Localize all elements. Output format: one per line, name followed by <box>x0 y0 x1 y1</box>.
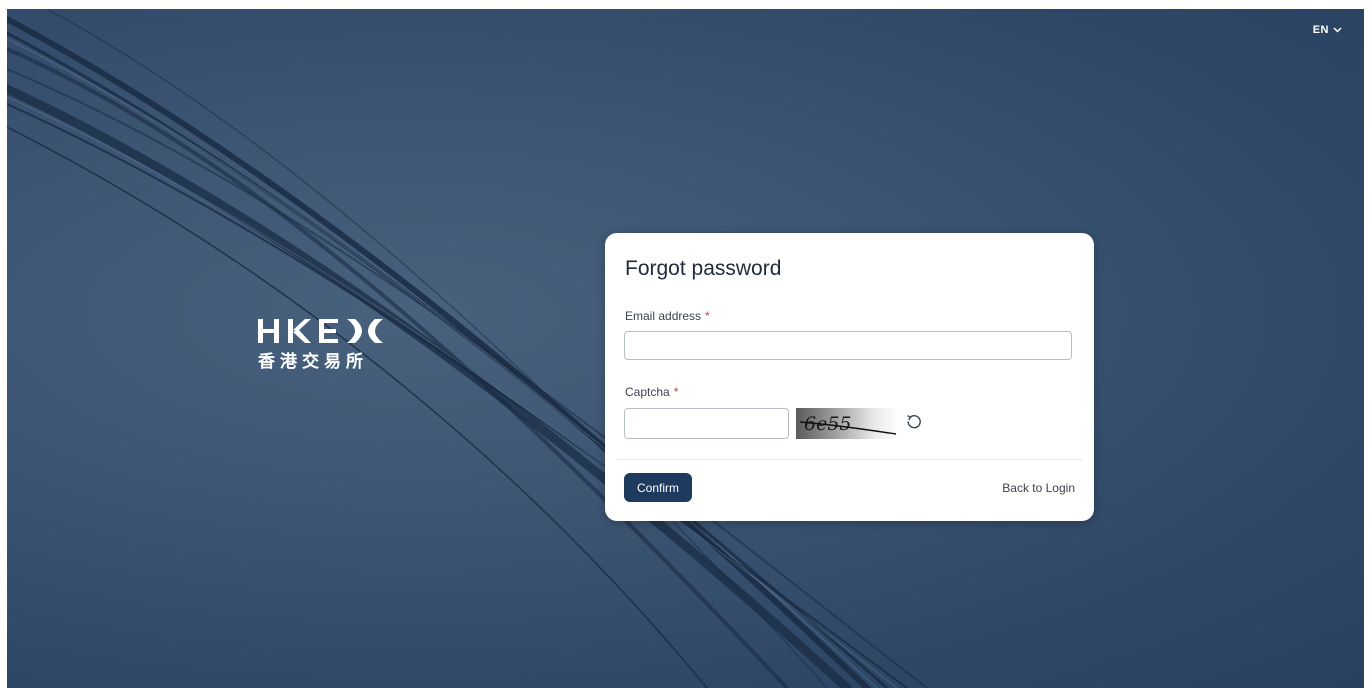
captcha-image: 6e55 <box>796 408 899 439</box>
hkex-logo-chinese: 香港交易所 <box>258 352 368 372</box>
captcha-required-mark: * <box>673 385 679 399</box>
confirm-button[interactable]: Confirm <box>624 473 692 502</box>
captcha-label: Captcha * <box>625 385 678 399</box>
email-required-mark: * <box>705 309 710 323</box>
captcha-input[interactable] <box>624 408 789 439</box>
hkex-logo-mark <box>258 319 383 343</box>
email-label: Email address * <box>625 309 710 323</box>
captcha-image-text: 6e55 <box>804 413 852 435</box>
back-to-login-link[interactable]: Back to Login <box>1002 481 1075 495</box>
hkex-logo: 香港交易所 <box>258 317 386 372</box>
chevron-down-icon <box>1333 27 1342 33</box>
email-field[interactable] <box>624 331 1072 360</box>
refresh-icon[interactable] <box>905 413 923 431</box>
page-title: Forgot password <box>625 257 782 280</box>
captcha-label-text: Captcha <box>625 385 670 399</box>
language-label: EN <box>1312 24 1329 36</box>
login-page-background: EN 香港交易所 Forgot password Email address *… <box>7 9 1364 688</box>
forgot-password-card: Forgot password Email address * Captcha * <box>605 233 1094 521</box>
language-selector[interactable]: EN <box>1313 24 1342 36</box>
card-divider <box>617 459 1082 460</box>
email-label-text: Email address <box>625 309 702 323</box>
